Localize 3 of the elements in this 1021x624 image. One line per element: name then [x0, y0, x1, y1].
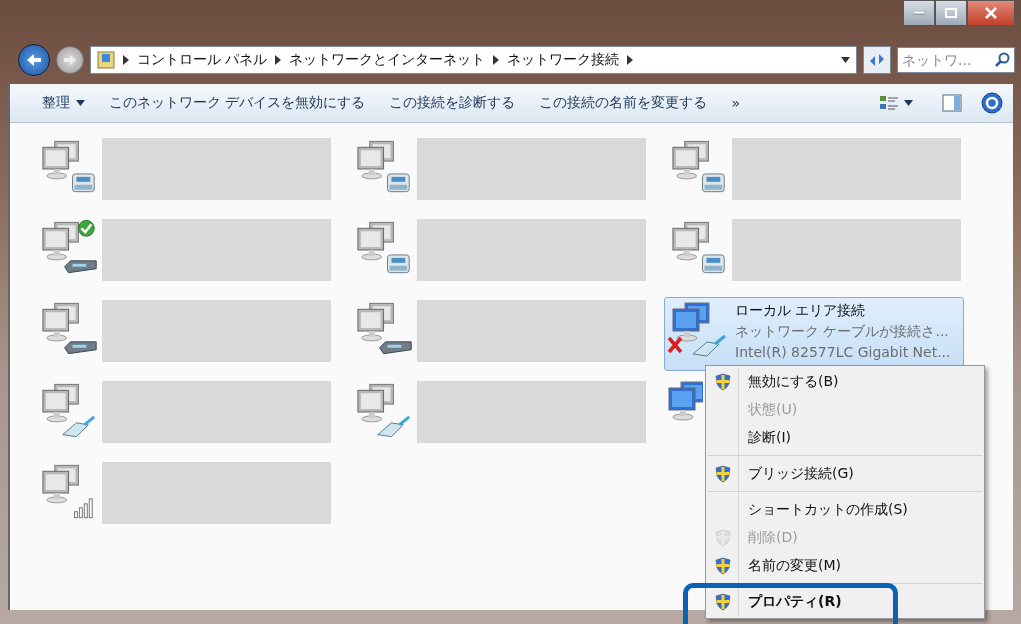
- connection-status: ネットワーク ケーブルが接続さ...: [735, 322, 950, 341]
- adapter-name: Intel(R) 82577LC Gigabit Net...: [735, 343, 951, 362]
- connection-name: ローカル エリア接続: [735, 301, 867, 320]
